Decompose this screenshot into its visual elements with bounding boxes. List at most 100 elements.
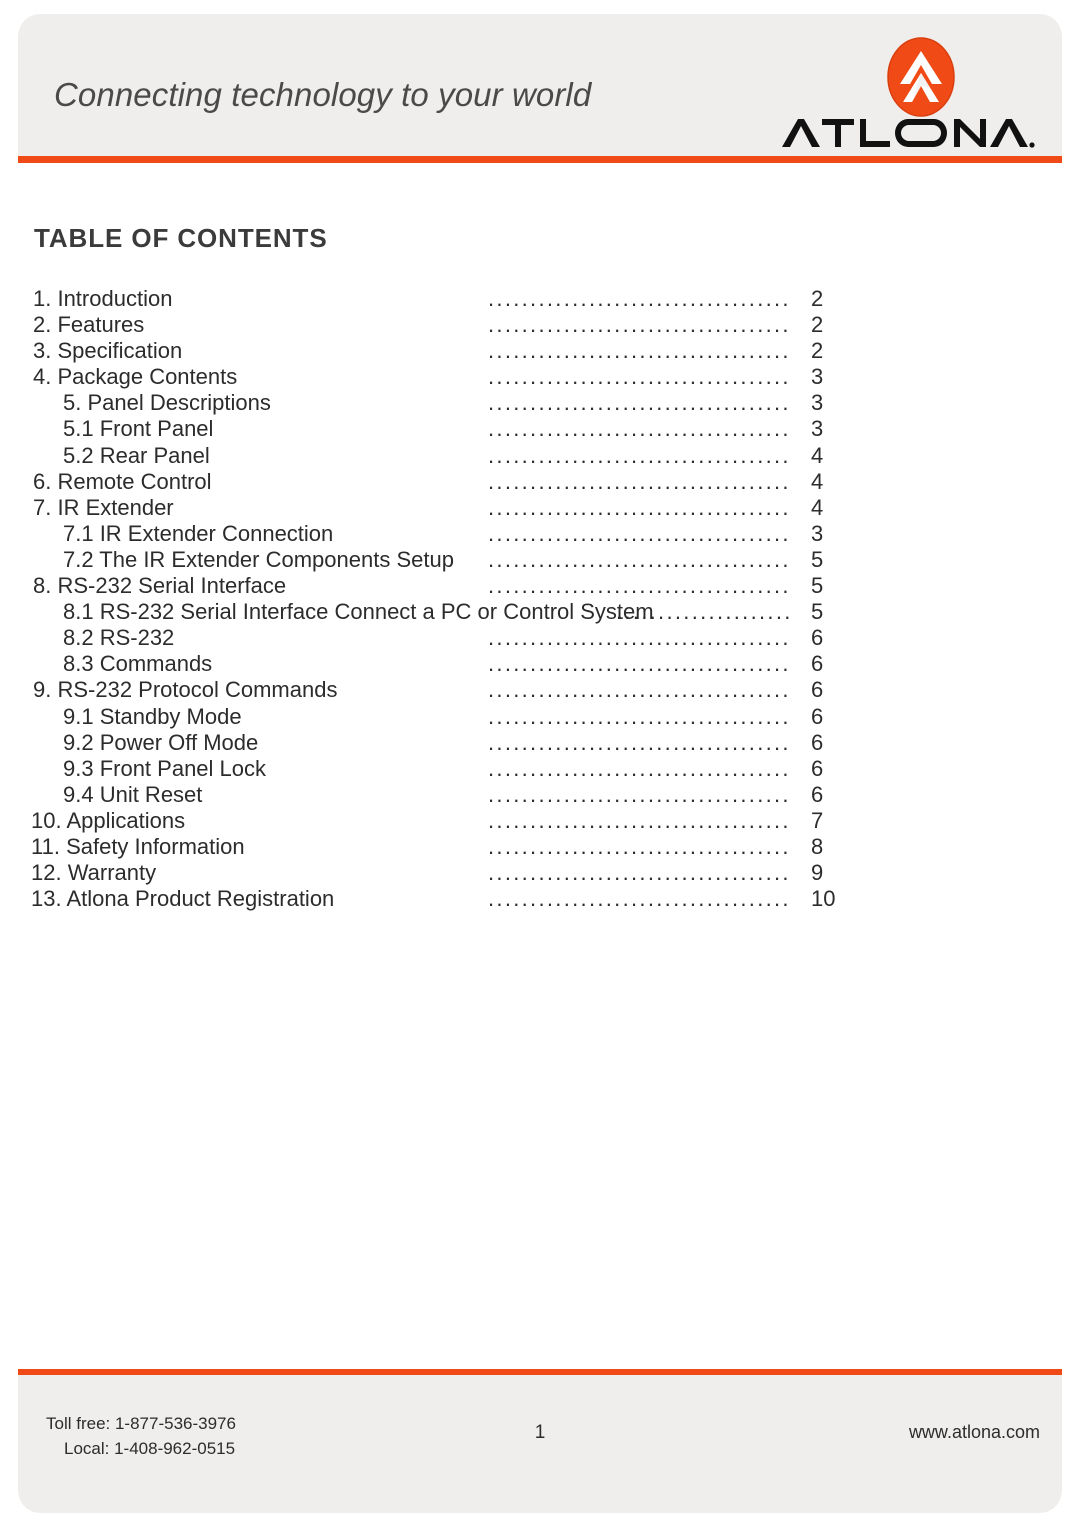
toc-dot-leader: ........................: [616, 599, 791, 625]
toc-dot-leader: ........................................…: [488, 781, 790, 807]
toc-entry[interactable]: 9.2 Power Off Mode......................…: [18, 730, 1062, 756]
toc-dot-leader: ........................................…: [488, 468, 790, 494]
toc-dot-leader: ........................................…: [488, 416, 790, 442]
toc-entry-page-number: 6: [811, 729, 824, 755]
toc-entry[interactable]: 7. IR Extender..........................…: [18, 495, 1062, 521]
toc-entry[interactable]: 5.2 Rear Panel..........................…: [18, 443, 1062, 469]
footer-page-number: 1: [534, 1422, 546, 1443]
toc-entry-page-number: 6: [811, 651, 824, 677]
footer-website: www.atlona.com: [908, 1422, 1040, 1442]
toc-entry[interactable]: 8.1 RS-232 Serial Interface Connect a PC…: [18, 599, 1062, 625]
toc-entry-label: 9.4 Unit Reset: [63, 781, 203, 807]
toc-entry-label: 4. Package Contents: [33, 364, 238, 390]
header-tagline: Connecting technology to your world: [54, 76, 592, 113]
toc-dot-leader: ........................................…: [488, 755, 790, 781]
toc-entry[interactable]: 3. Specification........................…: [18, 338, 1062, 364]
toc-entry-page-number: 6: [811, 755, 824, 781]
toc-entry-label: 2. Features: [33, 312, 145, 338]
toc-entry-label: 7.2 The IR Extender Components Setup: [63, 546, 454, 572]
toc-entry[interactable]: 7.2 The IR Extender Components Setup....…: [18, 547, 1062, 573]
page-title: TABLE OF CONTENTS: [34, 223, 328, 253]
toc-dot-leader: ........................................…: [488, 390, 790, 416]
toc-entry[interactable]: 9.1 Standby Mode........................…: [18, 704, 1062, 730]
toc-entry-label: 13. Atlona Product Registration: [31, 886, 335, 912]
toc-entry-label: 7.1 IR Extender Connection: [63, 520, 334, 546]
header-accent-rule: [18, 156, 1062, 163]
toc-entry-page-number: 6: [811, 625, 824, 651]
toc-dot-leader: ........................................…: [488, 286, 790, 311]
toc-dot-leader: ........................................…: [488, 573, 790, 599]
toc-entry-label: 6. Remote Control: [33, 468, 212, 494]
toc-entry-label: 5.1 Front Panel: [63, 416, 214, 442]
page-footer: Toll free: 1-877-536-3976 Local: 1-408-9…: [18, 1375, 1062, 1513]
toc-entry-label: 10. Applications: [31, 807, 186, 833]
toc-entry[interactable]: 9.4 Unit Reset..........................…: [18, 782, 1062, 808]
toc-entry[interactable]: 8.3 Commands............................…: [18, 651, 1062, 677]
toc-entry[interactable]: 13. Atlona Product Registration.........…: [18, 886, 1062, 912]
toc-entry-page-number: 4: [811, 494, 824, 520]
toc-dot-leader: ........................................…: [488, 312, 790, 338]
toc-dot-leader: ........................................…: [488, 338, 790, 364]
toc-entry-label: 8.3 Commands: [63, 651, 213, 677]
toc-entry-page-number: 6: [811, 703, 824, 729]
toc-entry-label: 9. RS-232 Protocol Commands: [33, 677, 338, 703]
toc-entry-label: 9.1 Standby Mode: [63, 703, 242, 729]
toc-dot-leader: ........................................…: [488, 886, 790, 912]
toc-entry[interactable]: 7.1 IR Extender Connection..............…: [18, 521, 1062, 547]
toc-entry[interactable]: 6. Remote Control.......................…: [18, 469, 1062, 495]
toc-dot-leader: ........................................…: [488, 625, 790, 651]
toc-entry-page-number: 5: [811, 573, 824, 599]
toc-entry-page-number: 10: [811, 886, 836, 912]
toc-entry-page-number: 4: [811, 442, 824, 468]
toc-dot-leader: ........................................…: [488, 807, 790, 833]
toc-entry-label: 8.2 RS-232: [63, 625, 175, 651]
toc-entry[interactable]: 1. Introduction.........................…: [18, 286, 1062, 312]
atlona-logo: [776, 36, 1044, 152]
toc-entry-label: 3. Specification: [33, 338, 183, 364]
toc-dot-leader: ........................................…: [488, 677, 790, 703]
toc-entry-page-number: 9: [811, 860, 824, 886]
toc-entry-page-number: 6: [811, 677, 824, 703]
toc-entry[interactable]: 9.3 Front Panel Lock....................…: [18, 756, 1062, 782]
toc-entry-page-number: 6: [811, 781, 824, 807]
toc-entry-page-number: 3: [811, 416, 824, 442]
toc-entry[interactable]: 2. Features.............................…: [18, 312, 1062, 338]
toc-entry-label: 5. Panel Descriptions: [63, 390, 271, 416]
toc-dot-leader: ........................................…: [488, 520, 790, 546]
toc-dot-leader: ........................................…: [488, 546, 790, 572]
toc-entry[interactable]: 11. Safety Information..................…: [18, 834, 1062, 860]
page-header: Connecting technology to your world: [18, 14, 1062, 156]
toc-entry-page-number: 3: [811, 520, 824, 546]
toc-entry-page-number: 2: [811, 312, 824, 338]
document-page: Connecting technology to your world TABL…: [18, 14, 1062, 1513]
toc-dot-leader: ........................................…: [488, 651, 790, 677]
toc-entry[interactable]: 10. Applications........................…: [18, 808, 1062, 834]
toc-entry[interactable]: 5. Panel Descriptions...................…: [18, 390, 1062, 416]
toc-entry-label: 9.2 Power Off Mode: [63, 729, 259, 755]
toc-entry-label: 12. Warranty: [31, 860, 157, 886]
toc-entry-label: 8. RS-232 Serial Interface: [33, 573, 287, 599]
toc-entry-page-number: 2: [811, 338, 824, 364]
toc-entry[interactable]: 8. RS-232 Serial Interface..............…: [18, 573, 1062, 599]
toc-entry[interactable]: 8.2 RS-232..............................…: [18, 625, 1062, 651]
toc-entry-page-number: 2: [811, 286, 824, 311]
toc-entry-page-number: 3: [811, 390, 824, 416]
toc-entry[interactable]: 12. Warranty............................…: [18, 860, 1062, 886]
toc-entry[interactable]: 5.1 Front Panel.........................…: [18, 416, 1062, 442]
toc-dot-leader: ........................................…: [488, 364, 790, 390]
toc-entry-page-number: 4: [811, 468, 824, 494]
toc-entry[interactable]: 9. RS-232 Protocol Commands.............…: [18, 677, 1062, 703]
toc-dot-leader: ........................................…: [488, 494, 790, 520]
toc-entry-label: 11. Safety Information: [31, 833, 245, 859]
atlona-logo-mark-icon: [887, 37, 955, 117]
toc-dot-leader: ........................................…: [488, 442, 790, 468]
toc-entry-label: 5.2 Rear Panel: [63, 442, 210, 468]
toc-entry-page-number: 8: [811, 833, 824, 859]
toc-entry-page-number: 7: [811, 807, 824, 833]
toc-entry[interactable]: 4. Package Contents.....................…: [18, 364, 1062, 390]
toc-entry-label: 1. Introduction: [33, 286, 173, 311]
toc-entry-label: 9.3 Front Panel Lock: [63, 755, 267, 781]
table-of-contents-list: 1. Introduction.........................…: [18, 286, 1062, 912]
atlona-wordmark: [782, 119, 1035, 148]
toc-dot-leader: ........................................…: [488, 729, 790, 755]
